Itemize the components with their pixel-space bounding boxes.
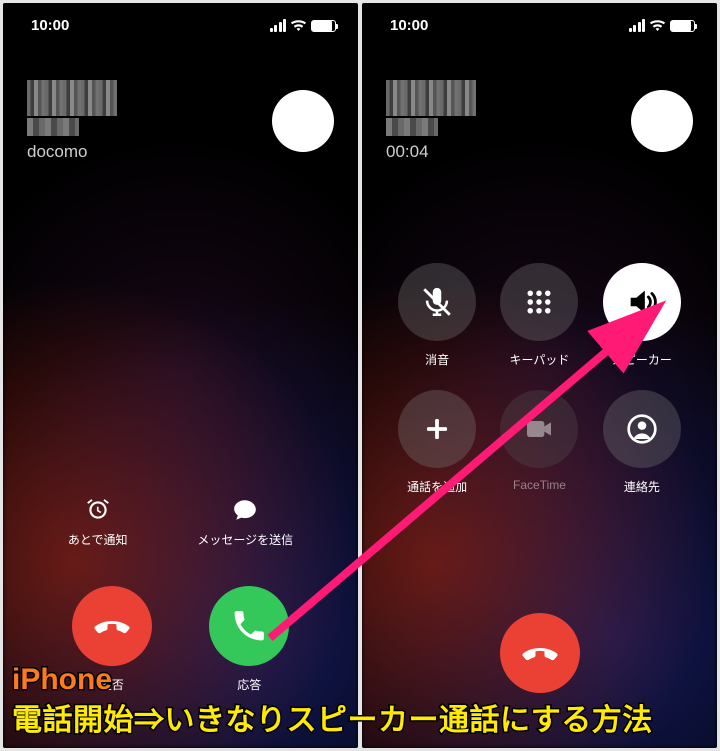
keypad-icon [524,287,554,317]
facetime-button: FaceTime [492,390,586,495]
mute-button[interactable]: 消音 [390,263,484,368]
caller-name-redacted [27,80,117,116]
facetime-icon [523,413,555,445]
contacts-button[interactable]: 連絡先 [595,390,689,495]
cellular-signal-icon [270,19,287,32]
status-time: 10:00 [31,17,69,34]
alarm-icon [85,497,111,523]
caller-info: 00:04 [362,40,717,162]
call-duration: 00:04 [386,142,476,162]
caller-name-redacted-2 [27,118,79,136]
mute-label: 消音 [425,351,449,368]
status-bar: 10:00 [3,3,358,40]
contacts-icon [626,413,658,445]
tutorial-caption: iPhone 電話開始⇒いきなりスピーカー通話にする方法 [12,660,653,741]
caller-name-redacted-2 [386,118,438,136]
caller-avatar[interactable] [631,90,693,152]
status-bar: 10:00 [362,3,717,40]
phone-incoming-call: 10:00 docomo あとで通知 [3,3,358,748]
keypad-button[interactable]: キーパッド [492,263,586,368]
status-indicators [629,19,696,32]
mute-icon [420,285,454,319]
carrier-label: docomo [27,142,117,162]
facetime-label: FaceTime [513,478,566,492]
send-message-button[interactable]: メッセージを送信 [197,497,293,548]
add-call-button[interactable]: 通話を追加 [390,390,484,495]
phone-down-icon [92,606,132,646]
status-indicators [270,19,337,32]
battery-icon [670,20,695,32]
caller-name-redacted [386,80,476,116]
status-time: 10:00 [390,17,428,34]
phone-in-call: 10:00 00:04 消音 [362,3,717,748]
speaker-label: スピーカー [612,351,672,368]
send-message-label: メッセージを送信 [197,531,293,548]
remind-later-button[interactable]: あとで通知 [68,497,128,548]
message-icon [232,497,258,523]
cellular-signal-icon [629,19,646,32]
wifi-icon [290,19,307,32]
remind-later-label: あとで通知 [68,531,128,548]
call-options-row: あとで通知 メッセージを送信 [3,497,358,548]
plus-icon [422,414,452,444]
speaker-icon [625,285,659,319]
call-controls-grid: 消音 キーパッド スピーカー 通話を追加 [362,263,717,495]
caller-info: docomo [3,40,358,162]
battery-icon [311,20,336,32]
keypad-label: キーパッド [510,351,570,368]
contacts-label: 連絡先 [624,478,660,495]
wifi-icon [649,19,666,32]
caption-line-1: iPhone [12,660,653,701]
add-call-label: 通話を追加 [407,478,467,495]
phone-icon [230,607,268,645]
speaker-button[interactable]: スピーカー [595,263,689,368]
caller-avatar[interactable] [272,90,334,152]
caption-line-2: 電話開始⇒いきなりスピーカー通話にする方法 [12,701,653,742]
